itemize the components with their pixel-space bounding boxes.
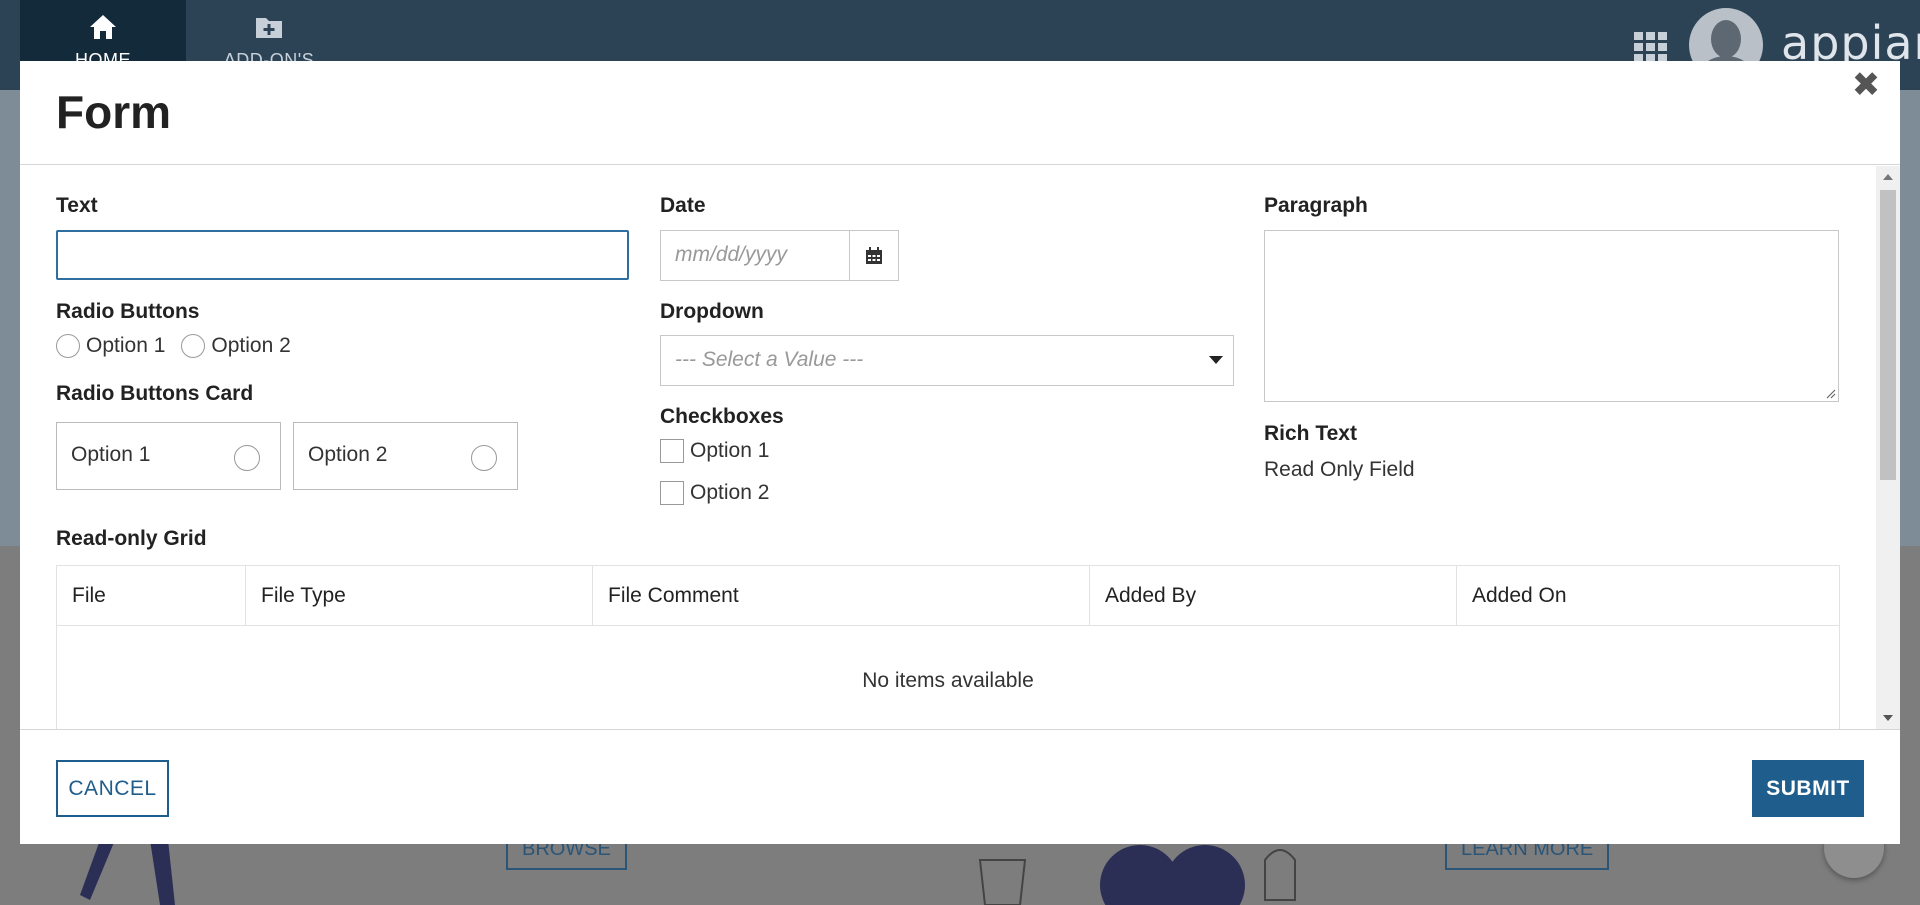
modal-body: Text Radio Buttons Option 1 Option 2 Rad… (20, 166, 1900, 729)
radio-card-option-1[interactable]: Option 1 (56, 422, 281, 490)
text-input[interactable] (56, 230, 629, 280)
radio-circle-icon[interactable] (471, 445, 497, 471)
radio-card-option-2[interactable]: Option 2 (293, 422, 518, 490)
dropdown-select[interactable]: --- Select a Value --- (660, 335, 1234, 386)
checkboxes-label: Checkboxes (660, 405, 784, 428)
paragraph-textarea[interactable] (1264, 230, 1839, 402)
radio-circle-icon[interactable] (234, 445, 260, 471)
radio-option-1[interactable]: Option 1 (56, 334, 165, 358)
app-grid-icon[interactable] (1634, 32, 1668, 62)
checkbox-option-label: Option 2 (690, 481, 770, 504)
radio-circle-icon[interactable] (56, 334, 80, 358)
rich-text-label: Rich Text (1264, 422, 1357, 445)
submit-button[interactable]: SUBMIT (1752, 760, 1864, 817)
close-icon[interactable]: ✖ (1850, 68, 1882, 102)
radio-card-label: Option 2 (308, 443, 388, 466)
scroll-up-icon[interactable] (1883, 174, 1893, 180)
resize-grip-icon[interactable] (1824, 387, 1836, 399)
dropdown-placeholder: --- Select a Value --- (675, 348, 864, 371)
checkbox-box[interactable] (660, 439, 684, 463)
read-only-grid: File File Type File Comment Added By Add… (56, 565, 1840, 729)
text-field-label: Text (56, 194, 98, 217)
modal-scrollbar[interactable] (1876, 166, 1900, 729)
home-icon (90, 15, 116, 39)
calendar-icon (866, 246, 882, 264)
radio-option-label: Option 1 (86, 334, 166, 357)
grid-empty-message: No items available (862, 669, 1034, 692)
radio-buttons-group: Option 1 Option 2 (56, 334, 307, 358)
radio-option-label: Option 2 (211, 334, 291, 357)
scroll-down-icon[interactable] (1883, 715, 1893, 721)
rich-text-value: Read Only Field (1264, 458, 1415, 481)
modal-title: Form (56, 86, 171, 138)
radio-option-2[interactable]: Option 2 (181, 334, 291, 358)
checkbox-box[interactable] (660, 481, 684, 505)
illustration-objects (978, 845, 1296, 905)
date-input[interactable]: mm/dd/yyyy (660, 230, 850, 281)
radio-card-label: Option 1 (71, 443, 151, 466)
checkbox-option-label: Option 1 (690, 439, 770, 462)
dropdown-label: Dropdown (660, 300, 764, 323)
caret-down-icon (1209, 356, 1223, 364)
scrollbar-thumb[interactable] (1880, 190, 1896, 480)
person-illustration (80, 840, 175, 905)
modal-footer: CANCEL SUBMIT (20, 729, 1900, 844)
date-field-label: Date (660, 194, 706, 217)
grid-column-header[interactable]: File (57, 566, 246, 626)
grid-column-header[interactable]: File Type (246, 566, 593, 626)
grid-column-header[interactable]: Added On (1457, 566, 1839, 626)
grid-column-header[interactable]: File Comment (593, 566, 1090, 626)
grid-column-header[interactable]: Added By (1090, 566, 1457, 626)
folder-plus-icon (256, 18, 282, 38)
radio-buttons-card-label: Radio Buttons Card (56, 382, 254, 405)
grid-label: Read-only Grid (56, 527, 207, 550)
radio-circle-icon[interactable] (181, 334, 206, 358)
date-picker-button[interactable] (849, 230, 899, 281)
grid-header-row: File File Type File Comment Added By Add… (57, 566, 1839, 626)
radio-buttons-label: Radio Buttons (56, 300, 200, 323)
form-modal: Form ✖ Text Radio Buttons Option 1 Optio… (20, 61, 1900, 844)
checkbox-option-1[interactable]: Option 1 (660, 439, 769, 463)
paragraph-label: Paragraph (1264, 194, 1368, 217)
modal-header: Form ✖ (20, 61, 1900, 165)
checkbox-option-2[interactable]: Option 2 (660, 481, 769, 505)
cancel-button[interactable]: CANCEL (56, 760, 169, 817)
